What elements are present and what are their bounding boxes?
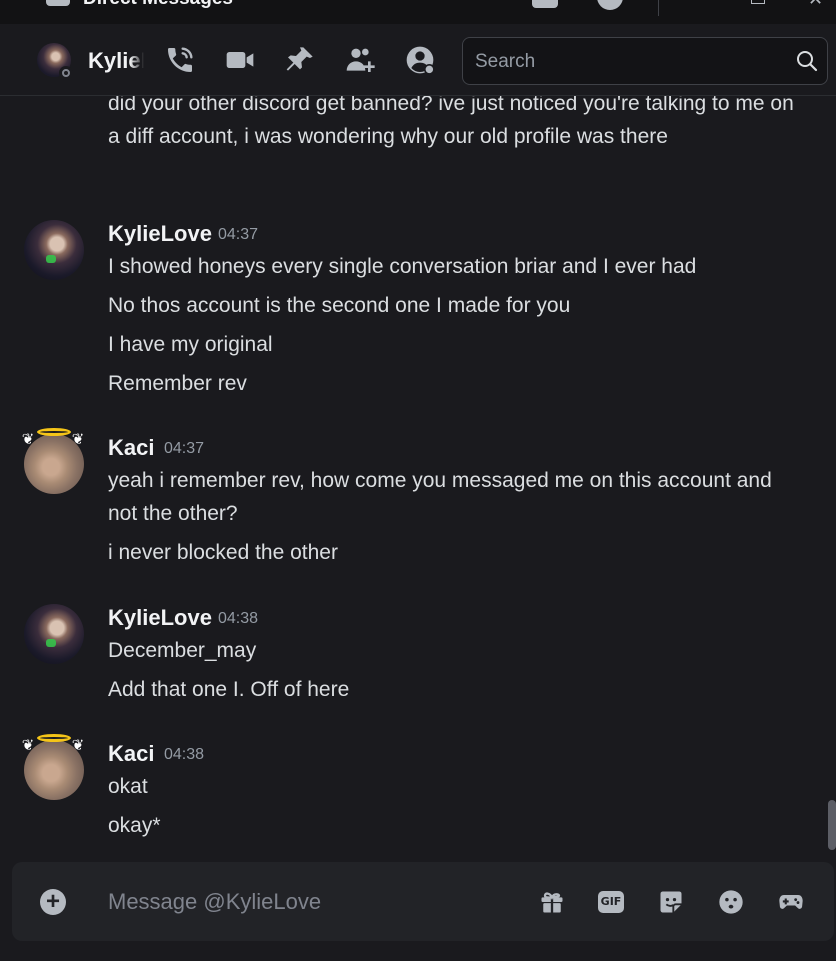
- maximize-icon[interactable]: [751, 0, 765, 4]
- wing-icon: ❦: [21, 737, 35, 754]
- search-input[interactable]: Search: [462, 37, 828, 85]
- gift-icon[interactable]: [538, 888, 566, 916]
- search-icon: [795, 49, 819, 73]
- avatar[interactable]: [24, 220, 84, 280]
- scrollbar-thumb[interactable]: [828, 800, 836, 850]
- message-input[interactable]: Message @KylieLove: [108, 889, 321, 915]
- upload-plus-icon[interactable]: +: [40, 889, 66, 915]
- pin-icon[interactable]: [284, 44, 316, 76]
- avatar[interactable]: [24, 604, 84, 664]
- message-author[interactable]: Kaci: [108, 435, 154, 461]
- message-text: I have my original: [108, 333, 273, 356]
- message-list[interactable]: did your other discord get banned? ive j…: [0, 96, 836, 858]
- voice-call-icon[interactable]: [164, 44, 196, 76]
- dm-header: KylieLove Search: [0, 24, 836, 96]
- message-author[interactable]: KylieLove: [108, 605, 212, 631]
- message-text: i never blocked the other: [108, 541, 338, 564]
- window-title: Direct Messages: [83, 0, 233, 10]
- message-timestamp: 04:37: [218, 226, 259, 243]
- close-icon[interactable]: ✕: [808, 0, 823, 8]
- message-text: No thos account is the second one I made…: [108, 294, 571, 317]
- wing-icon: ❦: [21, 431, 35, 448]
- message-text: did your other discord get banned? ive j…: [108, 96, 794, 148]
- message-text: yeah i remember rev, how come you messag…: [108, 469, 772, 525]
- halo-icon: [37, 428, 71, 436]
- message-text: okay*: [108, 814, 161, 837]
- discord-logo-icon: [46, 0, 70, 6]
- emoji-icon[interactable]: [717, 888, 745, 916]
- user-profile-icon[interactable]: [404, 44, 436, 76]
- title-bar: Direct Messages ✕: [0, 0, 836, 24]
- status-offline-icon: [59, 66, 73, 80]
- message-text: okat: [108, 775, 148, 798]
- message-author[interactable]: KylieLove: [108, 221, 212, 247]
- halo-icon: [37, 734, 71, 742]
- dm-username[interactable]: KylieLove: [88, 48, 144, 74]
- message-author[interactable]: Kaci: [108, 741, 154, 767]
- gif-button[interactable]: GIF: [598, 891, 624, 913]
- wing-icon: ❦: [71, 431, 85, 448]
- wing-icon: ❦: [71, 737, 85, 754]
- inbox-icon[interactable]: [532, 0, 558, 8]
- sticker-icon[interactable]: [657, 888, 685, 916]
- add-friends-icon[interactable]: [344, 44, 376, 76]
- activities-gamepad-icon[interactable]: [777, 888, 805, 916]
- message-timestamp: 04:38: [218, 610, 259, 627]
- video-call-icon[interactable]: [224, 44, 256, 76]
- message-text: December_may: [108, 639, 257, 662]
- message-text: Add that one I. Off of here: [108, 678, 350, 701]
- help-icon[interactable]: [597, 0, 623, 10]
- message-text: I showed honeys every single conversatio…: [108, 255, 697, 278]
- message-composer[interactable]: + Message @KylieLove GIF: [12, 862, 834, 941]
- message-text: Remember rev: [108, 372, 247, 395]
- message-timestamp: 04:37: [164, 440, 205, 457]
- divider: [658, 0, 659, 16]
- search-placeholder: Search: [475, 51, 536, 72]
- message-timestamp: 04:38: [164, 746, 205, 763]
